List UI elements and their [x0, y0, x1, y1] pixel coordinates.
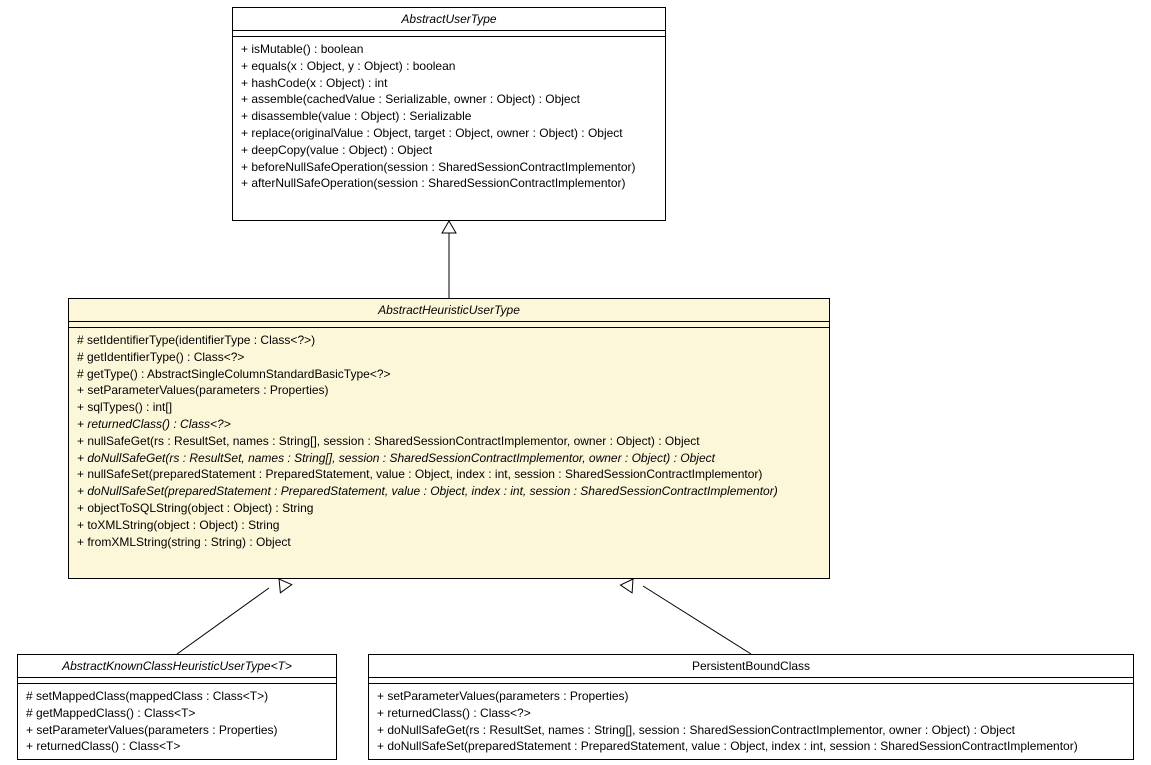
uml-method: + deepCopy(value : Object) : Object	[241, 142, 657, 159]
uml-method: + setParameterValues(parameters : Proper…	[377, 688, 1125, 705]
uml-methods-section: # setIdentifierType(identifierType : Cla…	[69, 328, 829, 554]
uml-method: # setIdentifierType(identifierType : Cla…	[77, 332, 821, 349]
connector-line	[177, 588, 269, 654]
uml-method: + doNullSafeSet(preparedStatement : Prep…	[377, 738, 1125, 755]
uml-method: + returnedClass() : Class<T>	[26, 738, 328, 755]
uml-method: + nullSafeSet(preparedStatement : Prepar…	[77, 466, 821, 483]
uml-method: + returnedClass() : Class<?>	[77, 416, 821, 433]
uml-method: + disassemble(value : Object) : Serializ…	[241, 108, 657, 125]
uml-method: # getType() : AbstractSingleColumnStanda…	[77, 366, 821, 383]
uml-class-abstractHeuristicUserType: AbstractHeuristicUserType # setIdentifier…	[68, 298, 830, 579]
uml-method: # setMappedClass(mappedClass : Class<T>)	[26, 688, 328, 705]
uml-method: # getMappedClass() : Class<T>	[26, 705, 328, 722]
uml-class-title: PersistentBoundClass	[369, 655, 1133, 678]
uml-method: + nullSafeGet(rs : ResultSet, names : St…	[77, 433, 821, 450]
uml-method: + setParameterValues(parameters : Proper…	[77, 382, 821, 399]
uml-method: + replace(originalValue : Object, target…	[241, 125, 657, 142]
uml-method: + assemble(cachedValue : Serializable, o…	[241, 91, 657, 108]
generalization-arrow-icon	[442, 221, 456, 233]
uml-method: + setParameterValues(parameters : Proper…	[26, 722, 328, 739]
uml-method: + fromXMLString(string : String) : Objec…	[77, 534, 821, 551]
uml-class-title: AbstractUserType	[233, 8, 665, 31]
uml-method: + sqlTypes() : int[]	[77, 399, 821, 416]
uml-methods-section: + isMutable() : boolean+ equals(x : Obje…	[233, 37, 665, 196]
uml-method: + returnedClass() : Class<?>	[377, 705, 1125, 722]
connector-line	[643, 586, 751, 654]
uml-method: + doNullSafeGet(rs : ResultSet, names : …	[77, 450, 821, 467]
uml-class-persistentBoundClass: PersistentBoundClass + setParameterValues…	[368, 654, 1134, 760]
uml-method: + afterNullSafeOperation(session : Share…	[241, 175, 657, 192]
uml-methods-section: + setParameterValues(parameters : Proper…	[369, 684, 1133, 759]
uml-method: + toXMLString(object : Object) : String	[77, 517, 821, 534]
uml-method: + doNullSafeGet(rs : ResultSet, names : …	[377, 722, 1125, 739]
uml-method: + doNullSafeSet(preparedStatement : Prep…	[77, 483, 821, 500]
uml-method: + hashCode(x : Object) : int	[241, 75, 657, 92]
uml-method: # getIdentifierType() : Class<?>	[77, 349, 821, 366]
uml-methods-section: # setMappedClass(mappedClass : Class<T>)…	[18, 684, 336, 759]
uml-class-title: AbstractKnownClassHeuristicUserType<T>	[18, 655, 336, 678]
uml-class-title: AbstractHeuristicUserType	[69, 299, 829, 322]
uml-method: + beforeNullSafeOperation(session : Shar…	[241, 159, 657, 176]
uml-method: + isMutable() : boolean	[241, 41, 657, 58]
uml-class-abstractUserType: AbstractUserType+ isMutable() : boolean+…	[232, 7, 666, 221]
uml-method: + equals(x : Object, y : Object) : boole…	[241, 58, 657, 75]
uml-method: + objectToSQLString(object : Object) : S…	[77, 500, 821, 517]
uml-class-abstractKnownClassHeuristicUserType: AbstractKnownClassHeuristicUserType<T> # …	[17, 654, 337, 760]
